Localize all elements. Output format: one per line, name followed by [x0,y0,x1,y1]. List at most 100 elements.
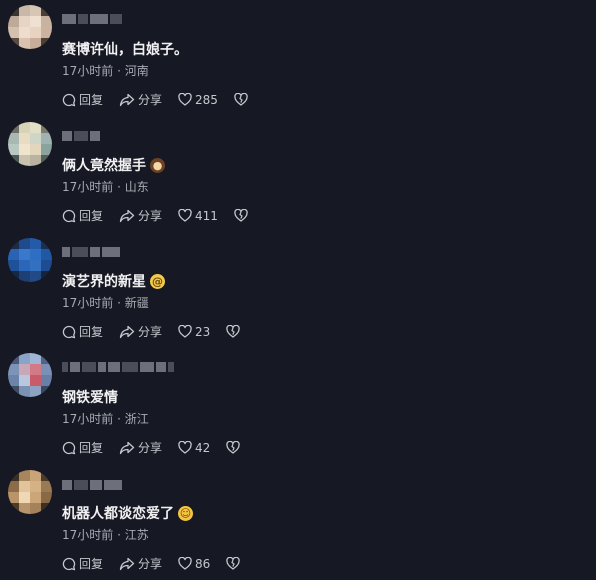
like-count: 285 [195,92,218,107]
share-label: 分享 [138,441,163,455]
comment-meta: 17小时前 · 浙江 [62,410,149,427]
comment-meta: 17小时前 · 新疆 [62,294,149,311]
share-icon [119,325,135,339]
reply-button[interactable]: 回复 [62,91,103,108]
comment-actions: 回复 分享 285 [62,91,248,108]
separator-dot: · [117,180,125,194]
comment-text: 俩人竟然握手 ● [62,155,165,175]
avatar[interactable] [8,238,52,282]
dislike-button[interactable] [234,209,248,222]
comment-location: 新疆 [124,296,149,310]
avatar[interactable] [8,122,52,166]
separator-dot: · [117,64,125,78]
comment-time: 17小时前 [62,412,114,426]
comment-meta: 17小时前 · 山东 [62,178,149,195]
broken-heart-icon [226,325,241,338]
broken-heart-icon [234,93,248,106]
reply-icon [62,557,76,571]
dislike-button[interactable] [226,441,241,454]
comment-time: 17小时前 [62,180,114,194]
comment-actions: 回复 分享 42 [62,439,241,456]
broken-heart-icon [234,209,248,222]
poop-emoji: ● [150,157,165,173]
like-count: 86 [195,556,211,571]
reply-icon [62,325,76,339]
username-blurred[interactable] [62,361,174,373]
comment-text: 演艺界的新星 @ [62,273,165,290]
separator-dot: · [117,296,125,310]
like-count: 23 [195,324,211,339]
comment-item: 俩人竟然握手 ● 17小时前 · 山东 回复 分享 411 [0,116,596,232]
avatar[interactable] [8,470,52,514]
separator-dot: · [117,412,125,426]
share-label: 分享 [138,325,163,339]
reply-button[interactable]: 回复 [62,555,103,572]
heart-icon [178,209,192,222]
like-button[interactable]: 42 [178,441,210,455]
heart-icon [178,441,192,454]
dizzy-face-emoji: @ [150,273,165,289]
comment-actions: 回复 分享 23 [62,323,241,340]
comment-text: 钢铁爱情 [62,390,118,406]
broken-heart-icon [226,557,241,570]
username-blurred[interactable] [62,479,122,491]
comment-meta: 17小时前 · 江苏 [62,526,149,543]
comment-time: 17小时前 [62,296,114,310]
reply-button[interactable]: 回复 [62,323,103,340]
rolling-laughing-emoji: ☺ [178,505,193,521]
comment-location: 河南 [124,64,149,78]
comment-time: 17小时前 [62,528,114,542]
dislike-button[interactable] [234,93,248,106]
comment-actions: 回复 分享 86 [62,555,241,572]
share-button[interactable]: 分享 [119,91,162,108]
like-count: 411 [195,208,218,223]
username-blurred[interactable] [62,130,100,142]
share-button[interactable]: 分享 [119,555,162,572]
reply-label: 回复 [79,93,104,107]
reply-button[interactable]: 回复 [62,439,103,456]
share-button[interactable]: 分享 [119,323,162,340]
reply-label: 回复 [79,325,104,339]
comment-location: 山东 [124,180,149,194]
heart-icon [178,93,192,106]
reply-label: 回复 [79,209,104,223]
reply-label: 回复 [79,441,104,455]
share-label: 分享 [138,93,163,107]
comment-item: 赛博许仙，白娘子。 17小时前 · 河南 回复 分享 285 [0,0,596,116]
heart-icon [178,325,192,338]
comment-text: 机器人都谈恋爱了 ☺ [62,505,193,522]
reply-icon [62,209,76,223]
dislike-button[interactable] [226,325,241,338]
like-button[interactable]: 23 [178,325,210,339]
share-icon [119,557,135,571]
comment-meta: 17小时前 · 河南 [62,62,149,79]
comment-item: 钢铁爱情 17小时前 · 浙江 回复 分享 42 [0,348,596,464]
comment-actions: 回复 分享 411 [62,207,248,224]
avatar[interactable] [8,353,52,397]
share-icon [119,93,135,107]
comment-item: 机器人都谈恋爱了 ☺ 17小时前 · 江苏 回复 分享 86 [0,464,596,580]
share-button[interactable]: 分享 [119,207,162,224]
comment-text: 赛博许仙，白娘子。 [62,42,188,58]
separator-dot: · [117,528,125,542]
username-blurred[interactable] [62,13,122,25]
username-blurred[interactable] [62,246,120,258]
reply-icon [62,441,76,455]
share-button[interactable]: 分享 [119,439,162,456]
reply-icon [62,93,76,107]
heart-icon [178,557,192,570]
comment-time: 17小时前 [62,64,114,78]
comment-item: 演艺界的新星 @ 17小时前 · 新疆 回复 分享 23 [0,232,596,348]
broken-heart-icon [226,441,241,454]
avatar[interactable] [8,5,52,49]
like-button[interactable]: 285 [178,93,218,107]
share-icon [119,441,135,455]
like-button[interactable]: 86 [178,557,210,571]
share-label: 分享 [138,557,163,571]
dislike-button[interactable] [226,557,241,570]
like-button[interactable]: 411 [178,209,218,223]
reply-button[interactable]: 回复 [62,207,103,224]
share-icon [119,209,135,223]
like-count: 42 [195,440,211,455]
reply-label: 回复 [79,557,104,571]
